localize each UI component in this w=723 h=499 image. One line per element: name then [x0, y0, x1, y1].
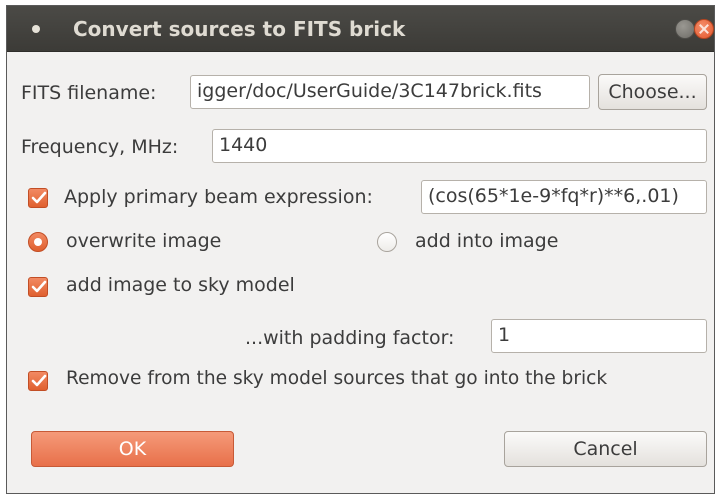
window-menu-icon[interactable]	[32, 25, 40, 33]
add-into-image-label[interactable]: add into image	[415, 230, 558, 252]
padding-factor-input[interactable]: 1	[491, 319, 707, 353]
beam-expression-input[interactable]: (cos(65*1e-9*fq*r)**6,.01)	[421, 180, 707, 214]
ok-button[interactable]: OK	[31, 431, 234, 467]
choose-button[interactable]: Choose...	[598, 74, 707, 110]
convert-to-fits-dialog: Convert sources to FITS brick FITS filen…	[6, 5, 715, 494]
overwrite-image-radio[interactable]	[28, 232, 48, 252]
frequency-input[interactable]: 1440	[212, 129, 707, 163]
checkmark-icon	[31, 280, 47, 293]
title-bar[interactable]: Convert sources to FITS brick	[7, 6, 714, 52]
frequency-label: Frequency, MHz:	[21, 136, 179, 158]
apply-beam-label[interactable]: Apply primary beam expression:	[64, 186, 373, 208]
maximize-icon[interactable]	[675, 19, 695, 39]
cancel-button[interactable]: Cancel	[504, 431, 707, 467]
apply-beam-checkbox[interactable]	[28, 188, 48, 208]
overwrite-image-label[interactable]: overwrite image	[66, 230, 221, 252]
fits-filename-label: FITS filename:	[21, 82, 157, 104]
remove-sources-label[interactable]: Remove from the sky model sources that g…	[66, 368, 607, 389]
padding-factor-label: ...with padding factor:	[245, 327, 455, 349]
checkmark-icon	[31, 191, 47, 204]
add-to-sky-model-label[interactable]: add image to sky model	[66, 274, 295, 296]
remove-sources-checkbox[interactable]	[28, 371, 48, 391]
add-to-sky-model-checkbox[interactable]	[28, 277, 48, 297]
checkmark-icon	[31, 374, 47, 387]
add-into-image-radio[interactable]	[377, 232, 397, 252]
close-icon[interactable]	[694, 19, 714, 39]
fits-filename-input[interactable]: igger/doc/UserGuide/3C147brick.fits	[190, 75, 590, 109]
dialog-title: Convert sources to FITS brick	[73, 17, 406, 41]
